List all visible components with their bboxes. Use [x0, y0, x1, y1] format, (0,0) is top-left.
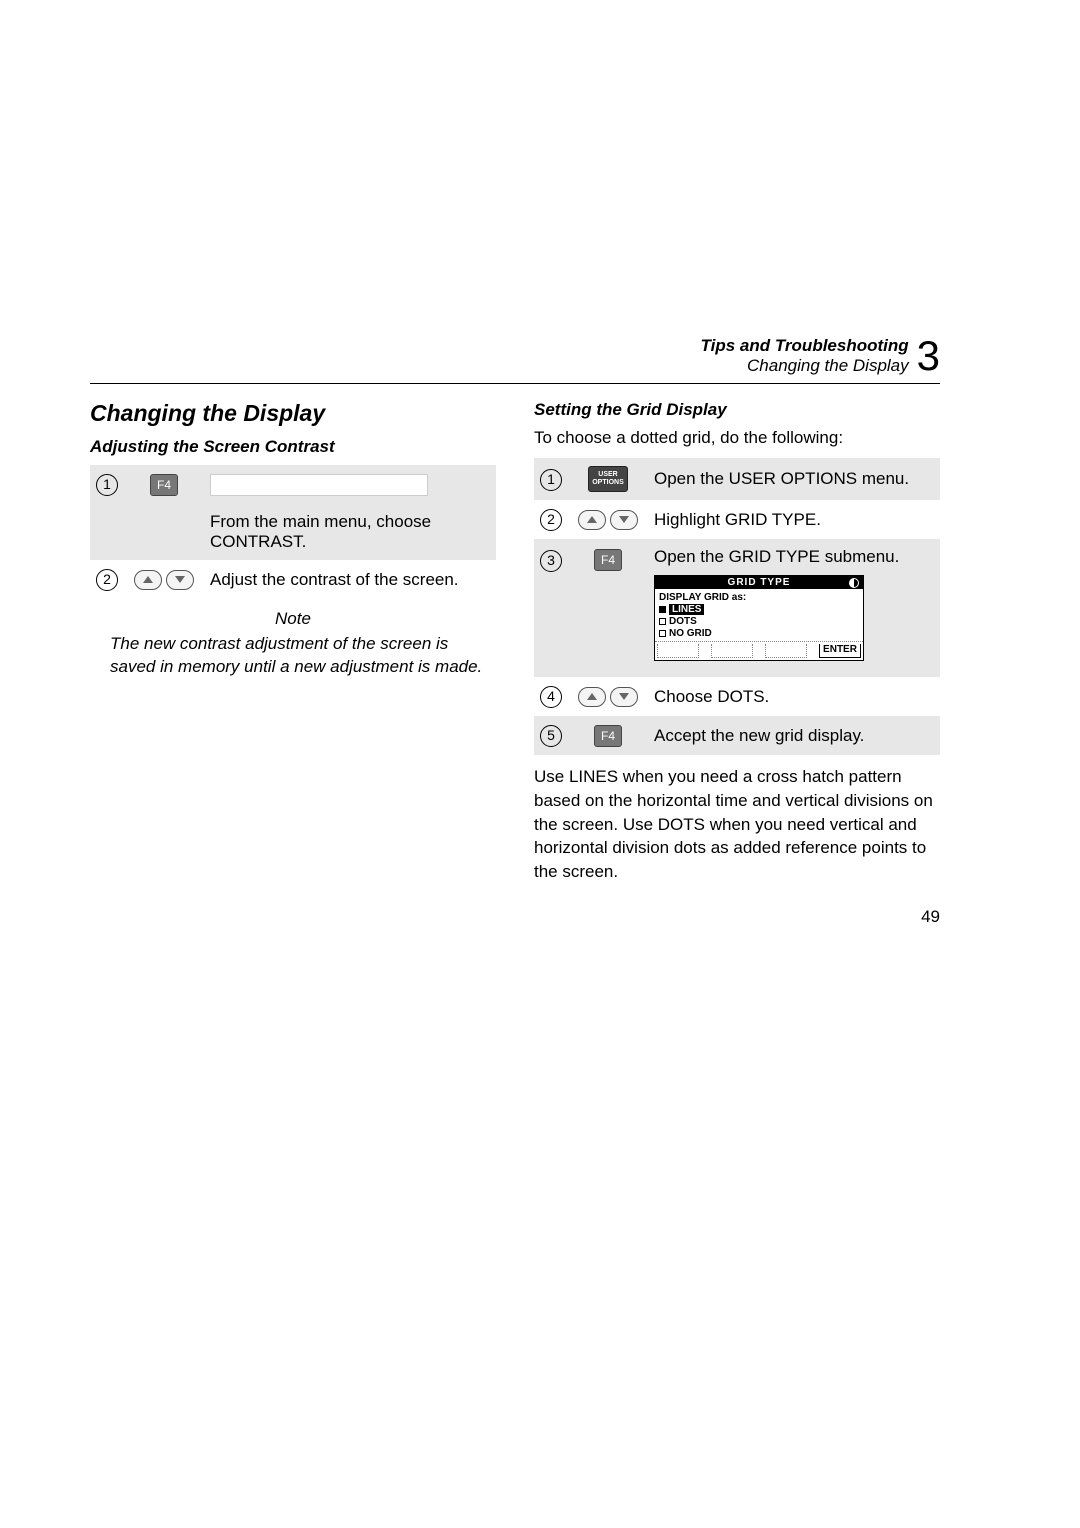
section-title: Changing the Display: [90, 400, 496, 427]
header-section: Tips and Troubleshooting: [701, 336, 909, 356]
header-subsection: Changing the Display: [701, 356, 909, 376]
subsection-title: Adjusting the Screen Contrast: [90, 437, 496, 457]
lcd-enter-tab: ENTER: [819, 644, 861, 658]
step-description: Open the USER OPTIONS menu.: [648, 458, 940, 500]
step-number: 1: [534, 458, 568, 500]
manual-page: Tips and Troubleshooting Changing the Di…: [90, 335, 940, 884]
subsection-title: Setting the Grid Display: [534, 400, 940, 420]
step-number: 5: [534, 716, 568, 755]
f4-key-icon: F4: [568, 716, 648, 755]
step-number: 1: [90, 465, 124, 504]
user-options-key-icon: USEROPTIONS: [568, 458, 648, 500]
lcd-option: LINES: [659, 604, 859, 615]
lcd-heading: DISPLAY GRID as:: [659, 592, 859, 603]
f4-key-icon: F4: [568, 539, 648, 677]
page-header: Tips and Troubleshooting Changing the Di…: [90, 335, 940, 377]
lcd-option: DOTS: [659, 616, 859, 627]
step-description: From the main menu, choose CONTRAST.: [204, 504, 496, 560]
lcd-screenshot: GRID TYPE DISPLAY GRID as: LINES DOTS NO…: [654, 575, 864, 661]
step-number: 4: [534, 677, 568, 716]
step-number: 2: [90, 560, 124, 599]
arrow-keys-icon: [568, 500, 648, 539]
blank-field: [210, 474, 428, 496]
body-paragraph: Use LINES when you need a cross hatch pa…: [534, 765, 940, 884]
note-text: The new contrast adjustment of the scree…: [90, 633, 496, 679]
note-label: Note: [90, 609, 496, 629]
arrow-keys-icon: [568, 677, 648, 716]
step-description: Adjust the contrast of the screen.: [204, 560, 496, 599]
step-description: Highlight GRID TYPE.: [648, 500, 940, 539]
step-number: 2: [534, 500, 568, 539]
contrast-icon: [849, 578, 859, 588]
lcd-option: NO GRID: [659, 628, 859, 639]
f4-key-icon: F4: [124, 465, 204, 504]
header-rule: [90, 383, 940, 384]
step-description: Accept the new grid display.: [648, 716, 940, 755]
step-description: Open the GRID TYPE submenu.: [654, 547, 934, 567]
intro-text: To choose a dotted grid, do the followin…: [534, 428, 940, 448]
step-description: Choose DOTS.: [648, 677, 940, 716]
contrast-steps-table: 1 F4 From the main menu, choose CONTRAST…: [90, 465, 496, 599]
step-number: 3: [534, 539, 568, 677]
page-number: 49: [921, 907, 940, 927]
grid-steps-table: 1 USEROPTIONS Open the USER OPTIONS menu…: [534, 458, 940, 755]
arrow-keys-icon: [124, 560, 204, 599]
lcd-title: GRID TYPE: [728, 577, 791, 588]
chapter-number: 3: [917, 335, 940, 377]
